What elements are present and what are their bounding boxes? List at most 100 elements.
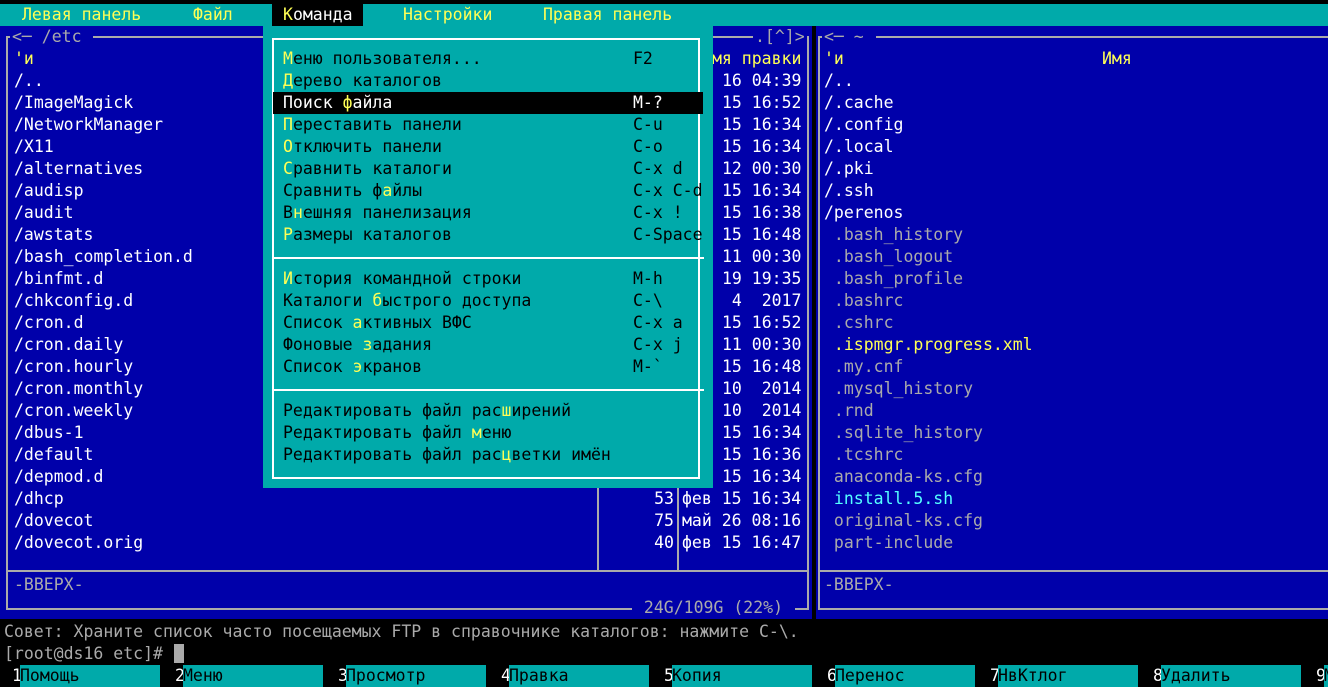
file-mtime: 15 16:52	[722, 93, 802, 112]
fkey-label: Перенос	[835, 665, 975, 687]
left-panel-path[interactable]: <─ /etc	[10, 26, 94, 48]
menu-item[interactable]: Переставить панели C-u	[273, 114, 703, 136]
fkey-number: 9	[1304, 665, 1326, 687]
menu-item-text: равнить каталоги	[292, 159, 452, 178]
right-panel-footer: -ВВЕРХ-	[824, 575, 894, 594]
menu-item[interactable]: Сравнить каталоги C-x d	[273, 158, 703, 180]
menu-item[interactable]: Дерево каталогов	[273, 70, 703, 92]
menu-item[interactable]: Каталоги быстрого доступа C-\	[273, 290, 703, 312]
file-mtime: 10 2014	[722, 401, 802, 420]
file-mtime: 15 16:34	[722, 423, 802, 442]
menu-item-shortcut: C-o	[633, 137, 663, 156]
file-name[interactable]: .bash_profile	[824, 268, 963, 290]
menu-item-label: Редактировать файл меню	[283, 422, 512, 444]
file-name[interactable]: .bash_logout	[824, 246, 953, 268]
file-name[interactable]: .bashrc	[824, 290, 904, 312]
menu-item-hotkey: б	[372, 291, 383, 310]
file-name[interactable]: /.cache	[824, 92, 894, 114]
file-mtime: фев 15 16:34	[682, 489, 802, 508]
fkey-1-button[interactable]: 1Помощь	[0, 665, 160, 687]
file-name[interactable]: .cshrc	[824, 312, 894, 334]
left-panel-footer: -ВВЕРХ-	[14, 575, 84, 594]
menu-item[interactable]: Редактировать файл расцветки имён	[273, 444, 703, 466]
disk-usage: 24G/109G (22%)	[632, 597, 795, 619]
file-mtime: 19 19:35	[722, 269, 802, 288]
menu-file[interactable]: Файл	[193, 4, 233, 26]
menu-item[interactable]: История командной строки M-h	[273, 268, 703, 290]
right-col-name-header[interactable]: Имя	[1102, 48, 1132, 70]
fkey-label: Правка	[509, 665, 649, 687]
file-name[interactable]: /.ssh	[824, 180, 874, 202]
menu-settings[interactable]: Настройки	[403, 4, 492, 26]
right-panel[interactable]: <─ ~ 'и Имя /../.cache/.config/.local/.p…	[816, 26, 1328, 619]
file-name[interactable]: .tcshrc	[824, 444, 904, 466]
file-name[interactable]: anaconda-ks.cfg	[824, 466, 983, 488]
menu-command[interactable]: Команда	[272, 4, 363, 26]
menu-item-hotkey: И	[283, 269, 293, 288]
right-panel-path[interactable]: <─ ~	[822, 26, 876, 48]
file-name: /audit	[14, 203, 74, 222]
shell-prompt[interactable]: [root@ds16 etc]#	[4, 643, 163, 665]
fkey-4-button[interactable]: 4Правка	[489, 665, 649, 687]
menu-right-panel[interactable]: Правая панель	[543, 4, 672, 26]
fkey-5-button[interactable]: 5Копия	[652, 665, 812, 687]
menu-item-hotkey: С	[283, 159, 293, 178]
menu-item-text: Каталоги	[283, 291, 373, 310]
file-name[interactable]: /.config	[824, 114, 903, 136]
menu-item[interactable]: Редактировать файл расширений	[273, 400, 703, 422]
fkey-7-button[interactable]: 7НвКтлог	[978, 665, 1138, 687]
menu-item-label: Редактировать файл расширений	[283, 400, 571, 422]
file-name[interactable]: .ispmgr.progress.xml	[824, 334, 1033, 356]
menu-item[interactable]: Список экранов M-`	[273, 356, 703, 378]
fkey-3-button[interactable]: 3Просмотр	[326, 665, 486, 687]
menu-item[interactable]: Список активных ВФС C-x a	[273, 312, 703, 334]
menu-item-label: Сравнить каталоги	[283, 158, 452, 180]
fkey-label: Копия	[672, 665, 812, 687]
menu-item[interactable]: Поиск файла M-?	[273, 92, 703, 114]
file-name[interactable]: original-ks.cfg	[824, 510, 983, 532]
fkey-8-button[interactable]: 8Удалить	[1141, 665, 1301, 687]
menu-item[interactable]: Меню пользователя... F2	[273, 48, 703, 70]
menu-left-panel[interactable]: Левая панель	[22, 4, 141, 26]
menu-item-label: Поиск файла	[283, 92, 392, 114]
fkey-number: 8	[1141, 665, 1163, 687]
menu-bar: Левая панель Файл Команда Настройки Прав…	[0, 4, 1328, 26]
file-name[interactable]: /.local	[824, 136, 894, 158]
fkey-label: Помощь	[20, 665, 160, 687]
file-name[interactable]: .rnd	[824, 400, 874, 422]
fkey-number: 6	[815, 665, 837, 687]
file-name[interactable]: /perenos	[824, 202, 903, 224]
fkey-6-button[interactable]: 6Перенос	[815, 665, 975, 687]
menu-item-label: Сравнить файлы	[283, 180, 422, 202]
menu-item[interactable]: Фоновые задания C-x j	[273, 334, 703, 356]
file-name[interactable]: .my.cnf	[824, 356, 904, 378]
menu-item-label: Фоновые задания	[283, 334, 432, 356]
left-col-mtime-header[interactable]: мя правки	[712, 48, 801, 70]
file-name[interactable]: /.pki	[824, 158, 874, 180]
menu-command-label: оманда	[292, 5, 353, 24]
right-col-left-header[interactable]: 'и	[824, 48, 844, 70]
file-name: /cron.weekly	[14, 401, 134, 420]
file-name[interactable]: /..	[824, 70, 854, 92]
file-mtime: 15 16:34	[722, 137, 802, 156]
file-name[interactable]: part-include	[824, 532, 953, 554]
menu-item-text: стория командной строки	[292, 269, 522, 288]
menu-item-shortcut: M-?	[633, 93, 663, 112]
menu-item-label: Редактировать файл расцветки имён	[283, 444, 611, 466]
file-mtime: 16 04:39	[722, 71, 802, 90]
menu-item[interactable]: Размеры каталогов C-Space	[273, 224, 703, 246]
file-name[interactable]: .sqlite_history	[824, 422, 983, 444]
menu-item[interactable]: Сравнить файлы C-x C-d	[273, 180, 703, 202]
left-panel-sort-toggle[interactable]: .[^]>	[753, 26, 807, 48]
file-name[interactable]: .mysql_history	[824, 378, 973, 400]
fkey-9-button[interactable]: 9Ме	[1304, 665, 1328, 687]
file-name[interactable]: install.5.sh	[824, 488, 953, 510]
menu-item-text: айла	[352, 93, 393, 112]
file-name[interactable]: .bash_history	[824, 224, 963, 246]
menu-item[interactable]: Внешняя панелизация C-x !	[273, 202, 703, 224]
file-mtime: 15 16:34	[722, 115, 802, 134]
left-col-name-header[interactable]: 'и	[14, 48, 34, 70]
fkey-2-button[interactable]: 2Меню	[163, 665, 323, 687]
menu-item[interactable]: Редактировать файл меню	[273, 422, 703, 444]
menu-item[interactable]: Отключить панели C-o	[273, 136, 703, 158]
